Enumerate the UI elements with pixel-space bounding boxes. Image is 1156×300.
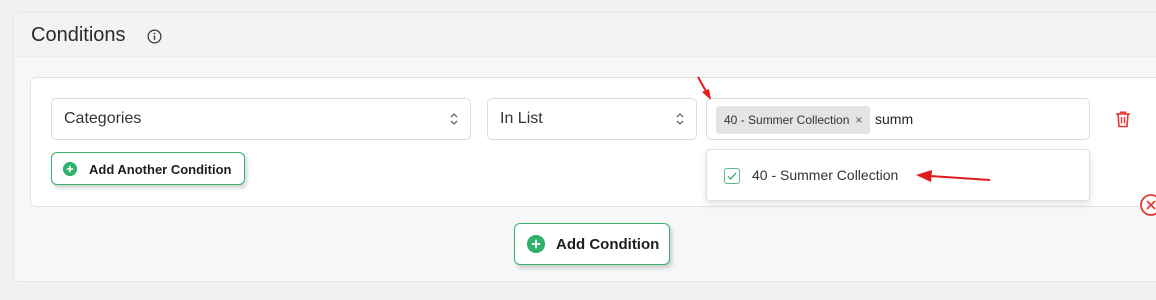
value-dropdown: 40 - Summer Collection [706, 149, 1090, 201]
close-circle-icon[interactable] [1140, 194, 1156, 216]
selected-tag: 40 - Summer Collection × [716, 106, 871, 134]
condition-field-select[interactable]: Categories [51, 98, 471, 140]
plus-circle-icon [527, 235, 545, 253]
condition-operator-select[interactable]: In List [487, 98, 697, 140]
chevron-updown-icon [676, 113, 684, 125]
info-icon[interactable] [147, 29, 162, 44]
search-input[interactable]: summ [875, 111, 913, 127]
trash-icon[interactable] [1113, 109, 1133, 129]
condition-value-multiselect[interactable]: 40 - Summer Collection × summ [706, 98, 1090, 140]
panel-header: Conditions [14, 13, 1156, 57]
condition-field-value: Categories [64, 110, 142, 127]
add-condition-label: Add Condition [556, 236, 660, 253]
add-another-condition-label: Add Another Condition [89, 162, 232, 177]
add-condition-button[interactable]: Add Condition [514, 223, 670, 265]
plus-circle-icon [63, 162, 77, 176]
condition-operator-value: In List [500, 110, 543, 127]
checkbox-icon[interactable] [724, 168, 740, 184]
tag-remove-button[interactable]: × [855, 113, 862, 127]
dropdown-option-label: 40 - Summer Collection [752, 167, 899, 183]
panel-title: Conditions [31, 24, 126, 46]
chevron-updown-icon [450, 113, 458, 125]
selected-tag-label: 40 - Summer Collection [724, 113, 850, 127]
add-another-condition-button[interactable]: Add Another Condition [51, 152, 245, 185]
